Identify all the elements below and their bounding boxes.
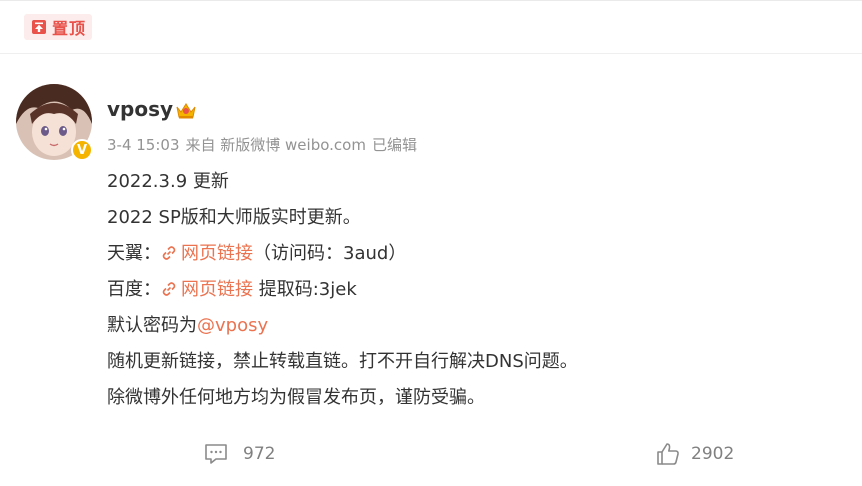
post-source: 来自 新版微博 weibo.com	[185, 136, 366, 154]
content-line: 天翼： 网页链接（访问码：3aud）	[107, 236, 578, 272]
pinned-label: 置顶	[52, 19, 87, 38]
pin-top-icon	[32, 20, 46, 34]
baidu-link-text: 网页链接	[181, 279, 253, 300]
post-time[interactable]: 3-4 15:03	[107, 136, 180, 154]
username[interactable]: vposy	[107, 97, 173, 121]
pinned-badge: 置顶	[24, 14, 93, 40]
comment-button[interactable]: 972	[203, 441, 275, 467]
default-password-label: 默认密码为	[107, 315, 197, 336]
baidu-extract-code: 提取码:3jek	[253, 279, 357, 300]
comment-count: 972	[243, 444, 276, 464]
content-line: 2022 SP版和大师版实时更新。	[107, 207, 361, 228]
verified-badge: V	[71, 139, 93, 161]
content-line: 随机更新链接，禁止转载直链。打不开自行解决DNS问题。	[107, 351, 578, 372]
tianyi-link-text: 网页链接	[181, 243, 253, 264]
like-count: 2902	[691, 444, 735, 464]
content-line: 2022.3.9 更新	[107, 171, 229, 192]
edited-label[interactable]: 已编辑	[372, 136, 417, 154]
content-line: 默认密码为@vposy	[107, 308, 578, 344]
link-icon	[162, 246, 176, 260]
tianyi-web-link[interactable]: 网页链接	[161, 243, 253, 264]
post-meta: 3-4 15:03 来自 新版微博 weibo.com 已编辑	[107, 134, 423, 155]
top-border	[0, 0, 862, 1]
like-button[interactable]: 2902	[655, 441, 734, 467]
link-icon	[162, 282, 176, 296]
crown-icon[interactable]	[175, 99, 197, 121]
content-line: 除微博外任何地方均为假冒发布页，谨防受骗。	[107, 387, 485, 408]
tianyi-access-code: （访问码：3aud）	[253, 243, 407, 264]
baidu-web-link[interactable]: 网页链接	[161, 279, 253, 300]
user-mention[interactable]: @vposy	[197, 315, 268, 336]
tianyi-label: 天翼：	[107, 243, 161, 264]
post-content: 2022.3.9 更新 2022 SP版和大师版实时更新。 天翼： 网页链接（访问…	[107, 164, 578, 416]
baidu-label: 百度：	[107, 279, 161, 300]
content-line: 百度： 网页链接 提取码:3jek	[107, 272, 578, 308]
thumbs-up-icon	[657, 443, 679, 465]
comment-icon	[205, 444, 227, 464]
section-divider	[0, 53, 862, 54]
